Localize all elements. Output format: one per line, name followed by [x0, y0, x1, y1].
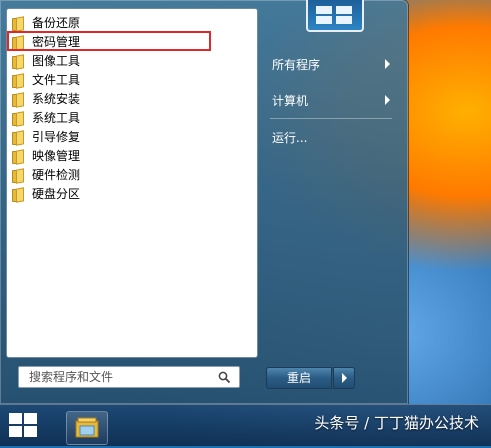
program-item-image-tools[interactable]: 图像工具 — [7, 51, 255, 70]
program-item-hardware-detect[interactable]: 硬件检测 — [7, 165, 255, 184]
program-item-label: 硬件检测 — [32, 168, 81, 182]
folder-icon — [12, 15, 26, 32]
program-item-backup-restore[interactable]: 备份还原 — [7, 13, 255, 32]
folder-icon — [12, 53, 26, 70]
program-item-label: 硬盘分区 — [32, 187, 81, 201]
program-item-image-management[interactable]: 映像管理 — [7, 146, 255, 165]
search-box[interactable] — [18, 366, 240, 388]
user-picture[interactable] — [306, 0, 364, 32]
divider — [270, 118, 392, 119]
folder-icon — [12, 91, 26, 108]
all-programs-label: 所有程序 — [272, 57, 321, 72]
folder-explorer-icon — [75, 417, 99, 438]
folder-icon — [12, 186, 26, 203]
program-item-label: 系统安装 — [32, 92, 81, 106]
folder-icon — [12, 129, 26, 146]
highlight-annotation-box — [7, 31, 211, 51]
program-item-label: 文件工具 — [32, 73, 81, 87]
chevron-right-icon — [385, 95, 390, 105]
program-item-label: 映像管理 — [32, 149, 81, 163]
start-button[interactable] — [0, 405, 54, 446]
program-item-label: 系统工具 — [32, 111, 81, 125]
shutdown-options-arrow-icon[interactable] — [333, 367, 355, 389]
folder-icon — [12, 72, 26, 89]
program-list-pane: 备份还原 密码管理 图像工具 文件工具 系统安装 系统工具 引导修复 映像管理 — [6, 8, 258, 358]
program-item-system-install[interactable]: 系统安装 — [7, 89, 255, 108]
program-item-label: 备份还原 — [32, 16, 81, 30]
run-label: 运行... — [272, 130, 308, 145]
watermark-text: 头条号 / 丁丁猫办公技术 — [314, 414, 479, 432]
windows-logo-icon — [9, 413, 39, 439]
folder-icon — [12, 110, 26, 127]
all-programs-item[interactable]: 所有程序 — [262, 52, 402, 76]
computer-item[interactable]: 计算机 — [262, 88, 402, 112]
program-item-file-tools[interactable]: 文件工具 — [7, 70, 255, 89]
computer-label: 计算机 — [272, 93, 309, 108]
program-item-disk-partition[interactable]: 硬盘分区 — [7, 184, 255, 203]
search-input[interactable] — [27, 369, 221, 385]
folder-icon — [12, 148, 26, 165]
run-item[interactable]: 运行... — [262, 125, 402, 149]
program-item-label: 图像工具 — [32, 54, 81, 68]
file-explorer-taskbar-button[interactable] — [66, 411, 108, 445]
program-item-boot-repair[interactable]: 引导修复 — [7, 127, 255, 146]
program-item-system-tools[interactable]: 系统工具 — [7, 108, 255, 127]
search-icon[interactable] — [218, 371, 231, 384]
start-menu: 备份还原 密码管理 图像工具 文件工具 系统安装 系统工具 引导修复 映像管理 — [0, 0, 408, 404]
chevron-right-icon — [385, 59, 390, 69]
folder-icon — [12, 167, 26, 184]
restart-button[interactable]: 重启 — [266, 367, 332, 389]
program-item-label: 引导修复 — [32, 130, 81, 144]
